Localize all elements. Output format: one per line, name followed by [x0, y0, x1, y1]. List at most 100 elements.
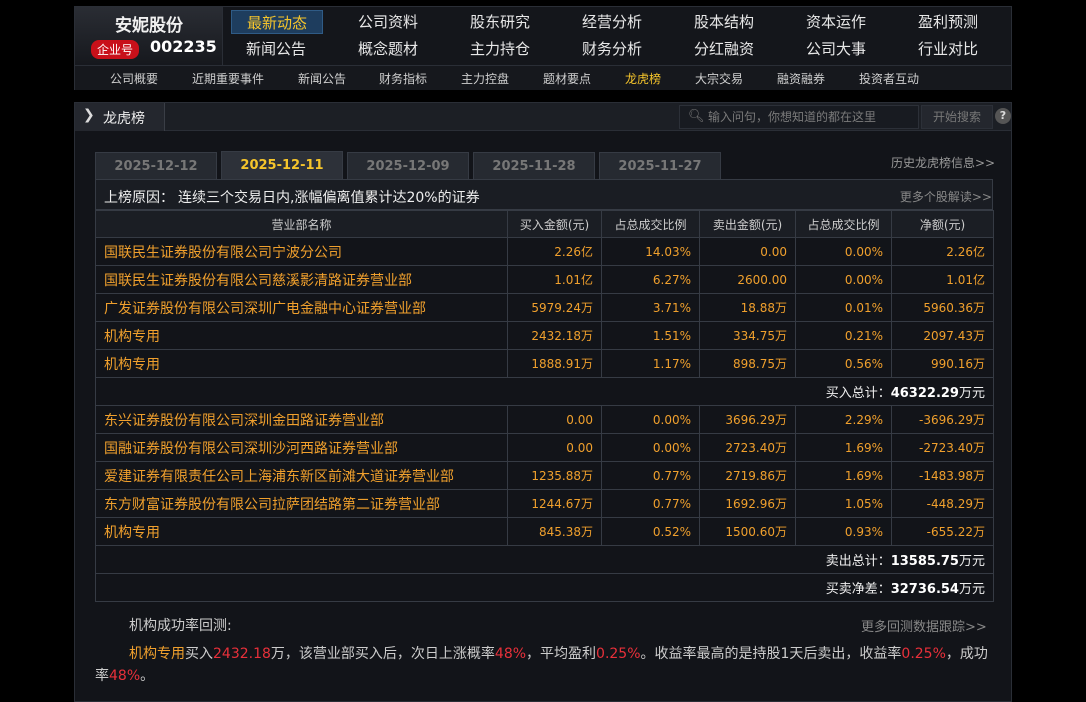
backtest-more-link[interactable]: 更多回测数据跟踪>>	[861, 616, 987, 635]
branch-name-link[interactable]: 广发证券股份有限公司深圳广电金融中心证券营业部	[95, 293, 508, 322]
help-icon[interactable]: ?	[995, 108, 1011, 124]
table-cell: 898.75万	[699, 349, 796, 378]
branch-name-link[interactable]: 东兴证券股份有限公司深圳金田路证券营业部	[95, 405, 508, 434]
branch-name-link[interactable]: 国联民生证券股份有限公司宁波分公司	[95, 237, 508, 266]
table-row: 国融证券股份有限公司深圳沙河西路证券营业部 0.00 0.00% 2723.40万 1.…	[95, 433, 994, 462]
nav-news-announcements[interactable]: 新闻公告	[221, 37, 331, 61]
branch-name-link[interactable]: 机构专用	[95, 517, 508, 546]
table-row: 机构专用 845.38万 0.52% 1500.60万 0.93% -655.22万	[95, 517, 994, 546]
chevron-right-icon: ❯	[83, 107, 95, 123]
branch-name-link[interactable]: 机构专用	[95, 321, 508, 350]
table-cell: 2.26亿	[891, 237, 994, 266]
table-cell: 2.29%	[795, 405, 892, 434]
table-row: 机构专用 1888.91万 1.17% 898.75万 0.56% 990.16万	[95, 349, 994, 378]
column-header: 营业部名称	[95, 210, 508, 238]
table-cell: 0.00%	[795, 237, 892, 266]
sell-total-value: 13585.75	[890, 554, 959, 569]
subnav-recent-events[interactable]: 近期重要事件	[192, 70, 264, 87]
column-header: 买入金额(元)	[507, 210, 602, 238]
backtest-seat-link[interactable]: 机构专用	[129, 646, 185, 662]
nav-financial-analysis[interactable]: 财务分析	[557, 37, 667, 61]
company-name: 安妮股份	[115, 16, 183, 36]
branch-name-link[interactable]: 国联民生证券股份有限公司慈溪影清路证券营业部	[95, 265, 508, 294]
column-header: 卖出金额(元)	[699, 210, 796, 238]
search-box: 🔍︎	[679, 105, 919, 129]
branch-name-link[interactable]: 国融证券股份有限公司深圳沙河西路证券营业部	[95, 433, 508, 462]
table-cell: 0.00	[699, 237, 796, 266]
table-cell: -448.29万	[891, 489, 994, 518]
column-header: 净额(元)	[891, 210, 994, 238]
table-cell: 1.51%	[601, 321, 700, 350]
table-cell: 1235.88万	[507, 461, 602, 490]
subnav-dragon-tiger[interactable]: 龙虎榜	[625, 70, 661, 87]
table-cell: 0.56%	[795, 349, 892, 378]
tab-date-5[interactable]: 2025-11-27	[599, 152, 721, 180]
reason-bar: 上榜原因： 连续三个交易日内,涨幅偏离值累计达20%的证券 更多个股解读>>	[95, 179, 993, 210]
nav-main-holdings[interactable]: 主力持仓	[445, 37, 555, 61]
backtest-label: 机构成功率回测:	[129, 618, 232, 634]
sell-total-unit: 万元	[958, 554, 985, 569]
buy-rows: 国联民生证券股份有限公司宁波分公司 2.26亿 14.03% 0.00 0.00% 2.2…	[95, 237, 994, 378]
search-button[interactable]: 开始搜索	[921, 105, 993, 129]
table-cell: 334.75万	[699, 321, 796, 350]
subnav-investor-interaction[interactable]: 投资者互动	[859, 70, 919, 87]
subnav-financial-indicators[interactable]: 财务指标	[379, 70, 427, 87]
backtest-avg-profit: 0.25%	[596, 646, 641, 662]
search-icon: 🔍︎	[688, 109, 705, 124]
nav-concept-themes[interactable]: 概念题材	[333, 37, 443, 61]
net-diff-label: 买卖净差：	[825, 582, 891, 597]
table-cell: -3696.29万	[891, 405, 994, 434]
branch-name-link[interactable]: 东方财富证券股份有限公司拉萨团结路第二证券营业部	[95, 489, 508, 518]
column-header: 占总成交比例	[795, 210, 892, 238]
table-cell: 0.52%	[601, 517, 700, 546]
table-cell: 0.77%	[601, 461, 700, 490]
net-diff-unit: 万元	[958, 582, 985, 597]
sell-total-row: 卖出总计：13585.75万元	[95, 545, 994, 574]
nav-shareholder-research[interactable]: 股东研究	[445, 10, 555, 34]
tab-date-4[interactable]: 2025-11-28	[473, 152, 595, 180]
table-row: 国联民生证券股份有限公司宁波分公司 2.26亿 14.03% 0.00 0.00% 2.2…	[95, 237, 994, 266]
nav-company-profile[interactable]: 公司资料	[333, 10, 443, 34]
subnav-theme-points[interactable]: 题材要点	[543, 70, 591, 87]
column-header: 占总成交比例	[601, 210, 700, 238]
table-cell: 5979.24万	[507, 293, 602, 322]
subnav-margin-trading[interactable]: 融资融券	[777, 70, 825, 87]
table-cell: 1.69%	[795, 433, 892, 462]
table-cell: 0.00%	[795, 265, 892, 294]
subnav-news[interactable]: 新闻公告	[298, 70, 346, 87]
backtest-text: 机构专用买入2432.18万，该营业部买入后，次日上涨概率48%，平均盈利0.2…	[95, 643, 993, 687]
nav-company-events[interactable]: 公司大事	[781, 37, 891, 61]
tab-date-2[interactable]: 2025-12-11	[221, 151, 343, 180]
nav-industry-comparison[interactable]: 行业对比	[893, 37, 1003, 61]
table-header-row: 营业部名称 买入金额(元) 占总成交比例 卖出金额(元) 占总成交比例 净额(元…	[95, 210, 994, 238]
more-stock-link[interactable]: 更多个股解读>>	[900, 188, 992, 205]
table-cell: 2600.00	[699, 265, 796, 294]
nav-operations-analysis[interactable]: 经营分析	[557, 10, 667, 34]
history-link[interactable]: 历史龙虎榜信息>>	[891, 154, 995, 171]
table-cell: 0.00%	[601, 433, 700, 462]
enterprise-badge[interactable]: 企业号	[91, 40, 140, 59]
table-cell: -655.22万	[891, 517, 994, 546]
tab-date-3[interactable]: 2025-12-09	[347, 152, 469, 180]
panel-title: 龙虎榜	[103, 111, 145, 127]
table-cell: 1.01亿	[507, 265, 602, 294]
branch-name-link[interactable]: 机构专用	[95, 349, 508, 378]
buy-total-row: 买入总计：46322.29万元	[95, 377, 994, 406]
nav-capital-operations[interactable]: 资本运作	[781, 10, 891, 34]
table-row: 广发证券股份有限公司深圳广电金融中心证券营业部 5979.24万 3.71% 18.8…	[95, 293, 994, 322]
buy-total-section: 买入总计：46322.29万元	[95, 377, 994, 406]
nav-profit-forecast[interactable]: 盈利预测	[893, 10, 1003, 34]
subnav-overview[interactable]: 公司概要	[110, 70, 158, 87]
table-cell: 3.71%	[601, 293, 700, 322]
search-input[interactable]	[708, 108, 913, 126]
table-row: 国联民生证券股份有限公司慈溪影清路证券营业部 1.01亿 6.27% 2600.00 0…	[95, 265, 994, 294]
dragon-tiger-panel: ❯ 龙虎榜 🔍︎ 开始搜索 ? 2025-12-12 2025-12-11 20…	[74, 102, 1012, 702]
nav-latest-news[interactable]: 最新动态	[231, 10, 323, 34]
nav-share-structure[interactable]: 股本结构	[669, 10, 779, 34]
subnav-block-trades[interactable]: 大宗交易	[695, 70, 743, 87]
tab-date-1[interactable]: 2025-12-12	[95, 152, 217, 180]
nav-dividend-financing[interactable]: 分红融资	[669, 37, 779, 61]
branch-name-link[interactable]: 爱建证券有限责任公司上海浦东新区前滩大道证券营业部	[95, 461, 508, 490]
subnav-main-control[interactable]: 主力控盘	[461, 70, 509, 87]
table-cell: 845.38万	[507, 517, 602, 546]
